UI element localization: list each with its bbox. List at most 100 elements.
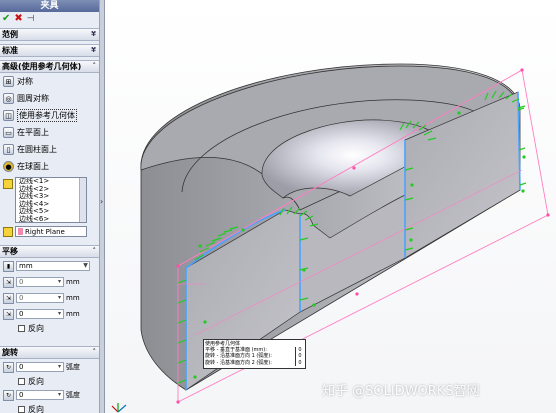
option-on-cylindrical-face[interactable]: ▯ 在圆柱面上 xyxy=(0,141,99,158)
on-flat-face-icon: ▭ xyxy=(3,127,14,138)
reference-geometry-icon: ◫ xyxy=(3,110,14,121)
symmetry-icon: ⊞ xyxy=(3,76,14,87)
rotation-row-2: ↻ 0 ▾ 弧度 xyxy=(0,387,99,403)
section-rotation[interactable]: 旋转 ˄ xyxy=(0,346,99,359)
section-translation-label: 平移 xyxy=(2,247,18,256)
section-advanced-label: 高级(使用参考几何体) xyxy=(2,62,82,71)
translation-input-1[interactable]: 0 ▾ xyxy=(16,277,64,287)
translation-value-2: 0 xyxy=(19,294,24,302)
translation-input-2[interactable]: 0 ▾ xyxy=(16,293,64,303)
reverse-label: 反向 xyxy=(28,404,44,413)
section-advanced[interactable]: 高级(使用参考几何体) ˄ xyxy=(0,60,99,73)
translation-reverse[interactable]: 反向 xyxy=(0,322,99,334)
chevron-down-icon[interactable]: ¥ xyxy=(91,45,96,56)
reference-plane-value: Right Plane xyxy=(25,227,65,236)
section-standard[interactable]: 标准 ¥ xyxy=(0,44,99,57)
rotate-dir1-icon[interactable]: ↻ xyxy=(3,389,14,401)
rotate-normal-icon[interactable]: ↻ xyxy=(3,361,14,373)
faces-edges-selection: 边线<1> 边线<2> 边线<3> 边线<4> 边线<5> 边线<6> xyxy=(0,177,99,223)
option-reference-geometry[interactable]: ◫ 使用参考几何体 xyxy=(0,107,99,124)
fixture-property-manager: 夹具 ✔ ✖ ⊣ 范例 ¥ 标准 ¥ 高级(使用参考几何体) ˄ ⊞ 对称 ◎ … xyxy=(0,0,100,413)
dropdown-arrow-icon[interactable]: ▼ xyxy=(82,262,89,270)
option-on-spherical-face[interactable]: ● 在球面上 xyxy=(0,158,99,175)
rotation-reverse-1[interactable]: 反向 xyxy=(0,375,99,387)
callout-row-label: 旋转 - 沿基准面方向 2 (弧度): xyxy=(205,359,272,366)
reference-plane-box[interactable]: Right Plane xyxy=(15,226,87,237)
on-spherical-face-icon: ● xyxy=(3,161,14,172)
list-item[interactable]: 边线<6> xyxy=(16,215,86,222)
reverse-checkbox[interactable] xyxy=(18,377,25,385)
reverse-label: 反向 xyxy=(28,376,44,386)
panel-toolbar: ✔ ✖ ⊣ xyxy=(0,12,99,25)
reverse-checkbox[interactable] xyxy=(18,324,25,332)
circular-symmetry-icon: ◎ xyxy=(3,93,14,104)
translation-input-3[interactable]: 0 ▾ xyxy=(16,309,64,319)
rotation-reverse-2[interactable]: 反向 xyxy=(0,403,99,413)
translate-dir1-icon[interactable]: ⇲ xyxy=(3,292,14,304)
chevron-up-icon[interactable]: ˄ xyxy=(93,347,97,358)
on-cylindrical-face-icon: ▯ xyxy=(3,144,14,155)
translation-row-3: ⇲ 0 ▾ mm xyxy=(0,306,99,322)
translation-value-1: 0 xyxy=(19,278,24,286)
translate-normal-icon[interactable]: ⇲ xyxy=(3,276,14,288)
rotation-value-2: 0 xyxy=(19,391,24,399)
reference-plane-icon xyxy=(3,226,13,237)
translate-dir2-icon[interactable]: ⇲ xyxy=(3,308,14,320)
unit-label: 弧度 xyxy=(66,391,80,399)
spinner-icon[interactable]: ▾ xyxy=(56,310,63,318)
unit-select-value: mm xyxy=(19,262,33,270)
reference-geometry-callout[interactable]: 使用参考几何体 平移 - 垂直于基准面 (mm): 0 旋转 - 沿基准面方向 … xyxy=(203,339,306,369)
watermark: 知乎 @SOLIDWORKS智网 xyxy=(322,384,480,399)
spinner-icon[interactable]: ▾ xyxy=(56,294,63,302)
section-example-label: 范例 xyxy=(2,30,18,39)
reference-plane-selection: Right Plane xyxy=(0,226,99,237)
coordinate-triad xyxy=(111,403,127,413)
ruler-icon: ▮ xyxy=(3,260,14,272)
option-label: 在平面上 xyxy=(17,128,49,137)
ok-check-icon[interactable]: ✔ xyxy=(2,13,10,24)
rotation-value-1: 0 xyxy=(19,363,24,371)
spinner-icon[interactable]: ▾ xyxy=(56,363,63,371)
section-translation[interactable]: 平移 ˄ xyxy=(0,245,99,258)
unit-label: 弧度 xyxy=(66,363,80,371)
faces-list-box[interactable]: 边线<1> 边线<2> 边线<3> 边线<4> 边线<5> 边线<6> xyxy=(15,177,87,223)
collapse-arrow-icon[interactable]: › xyxy=(100,196,104,208)
option-label: 对称 xyxy=(17,77,33,86)
translation-row-1: ⇲ 0 ▾ mm xyxy=(0,274,99,290)
spinner-icon[interactable]: ▾ xyxy=(56,391,63,399)
reverse-checkbox[interactable] xyxy=(18,405,25,413)
callout-row: 旋转 - 沿基准面方向 2 (弧度): 0 xyxy=(205,359,304,366)
rotation-input-1[interactable]: 0 ▾ xyxy=(16,362,64,372)
section-rotation-label: 旋转 xyxy=(2,348,18,357)
rotation-input-2[interactable]: 0 ▾ xyxy=(16,390,64,400)
unit-label: mm xyxy=(66,278,80,286)
unit-select[interactable]: mm ▼ xyxy=(16,261,90,271)
spinner-icon[interactable]: ▾ xyxy=(56,278,63,286)
option-label: 圆周对称 xyxy=(17,94,49,103)
chevron-down-icon[interactable]: ¥ xyxy=(91,29,96,40)
plane-color-swatch xyxy=(18,228,23,235)
unit-label: mm xyxy=(66,294,80,302)
panel-title: 夹具 xyxy=(0,0,99,12)
reverse-label: 反向 xyxy=(28,323,44,333)
callout-row-value: 0 xyxy=(295,359,304,366)
part-model xyxy=(111,63,550,413)
translation-unit-row: ▮ mm ▼ xyxy=(0,258,99,274)
chevron-up-icon[interactable]: ˄ xyxy=(93,246,97,257)
translation-row-2: ⇲ 0 ▾ mm xyxy=(0,290,99,306)
option-label: 在圆柱面上 xyxy=(17,145,57,154)
cancel-x-icon[interactable]: ✖ xyxy=(14,13,22,24)
pushpin-icon[interactable]: ⊣ xyxy=(27,14,35,24)
list-scrollbar[interactable] xyxy=(79,178,86,222)
section-standard-label: 标准 xyxy=(2,46,18,55)
faces-selection-icon xyxy=(3,179,13,189)
graphics-viewport[interactable]: 使用参考几何体 平移 - 垂直于基准面 (mm): 0 旋转 - 沿基准面方向 … xyxy=(105,0,556,413)
rotation-row-1: ↻ 0 ▾ 弧度 xyxy=(0,359,99,375)
chevron-up-icon[interactable]: ˄ xyxy=(93,61,97,72)
option-on-flat-face[interactable]: ▭ 在平面上 xyxy=(0,124,99,141)
option-symmetry[interactable]: ⊞ 对称 xyxy=(0,73,99,90)
option-circular-symmetry[interactable]: ◎ 圆周对称 xyxy=(0,90,99,107)
section-example[interactable]: 范例 ¥ xyxy=(0,28,99,41)
translation-value-3: 0 xyxy=(19,310,24,318)
option-label: 在球面上 xyxy=(17,162,49,171)
